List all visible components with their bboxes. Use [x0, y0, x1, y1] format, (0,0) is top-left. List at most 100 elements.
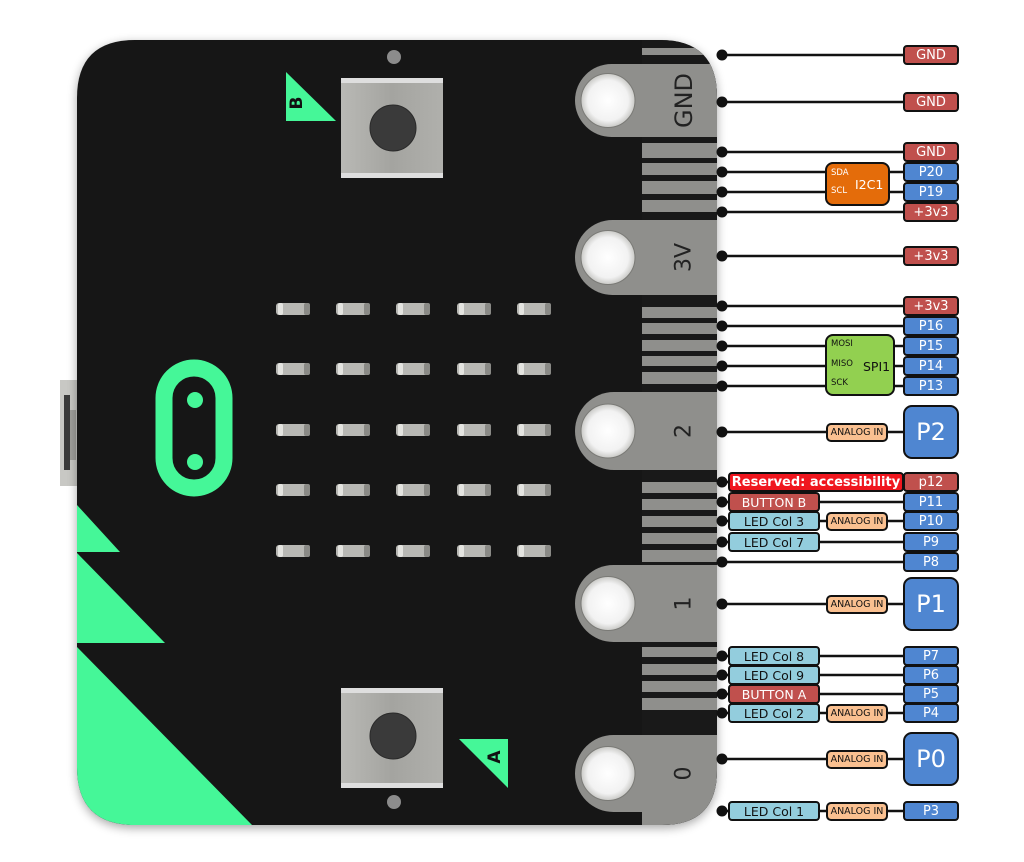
- edge-strip: [642, 647, 717, 657]
- i2c-bus: SDA SCL I2C1: [825, 162, 890, 206]
- pin-3v3-3-text: +3v3: [913, 298, 949, 314]
- pin-p16-text: P16: [918, 318, 944, 334]
- led: [396, 424, 430, 436]
- pin-3v3-2: +3v3: [903, 246, 959, 266]
- edge-pad: 1: [575, 565, 717, 642]
- analog-in-p1-text: ANALOG IN: [830, 598, 884, 610]
- bus-signal-sda: SDA: [831, 168, 849, 178]
- pin-p19: P19: [903, 182, 959, 202]
- pin-p2: P2: [903, 405, 959, 459]
- connector-dot: [716, 96, 728, 108]
- edge-strip: [642, 181, 717, 194]
- edge-strip: [642, 163, 717, 175]
- edge-pad: 3V: [575, 220, 717, 295]
- edge-strip: [642, 550, 717, 562]
- connector-dot: [716, 688, 728, 700]
- connector-dot: [716, 426, 728, 438]
- bus-signal-scl: SCL: [831, 186, 848, 196]
- led: [276, 303, 310, 315]
- connector-dot: [716, 496, 728, 508]
- pin-p13-text: P13: [918, 378, 944, 394]
- connector-dot: [716, 320, 728, 332]
- pin-p7: P7: [903, 646, 959, 666]
- func-led-text: LED Col 9: [743, 667, 805, 683]
- analog-in-p4: ANALOG IN: [826, 703, 888, 723]
- analog-in-p0: ANALOG IN: [826, 749, 888, 769]
- pad-label: 0: [672, 767, 697, 781]
- pin-p15: P15: [903, 336, 959, 356]
- pin-p7-text: P7: [922, 648, 940, 664]
- led: [396, 484, 430, 496]
- pin-p8: P8: [903, 552, 959, 572]
- bus-name: I2C1: [855, 177, 884, 192]
- led: [276, 545, 310, 557]
- pad-label: 1: [672, 597, 697, 611]
- func-led: LED Col 9: [728, 665, 820, 685]
- pin-gnd-3: GND: [903, 142, 959, 162]
- analog-in-p0-text: ANALOG IN: [830, 753, 884, 765]
- pin-p2-text: P2: [916, 418, 946, 446]
- func-button: BUTTON A: [728, 684, 820, 704]
- edge-pad: 2: [575, 392, 717, 470]
- edge-strip: [642, 372, 717, 384]
- led: [276, 424, 310, 436]
- analog-in-p4-text: ANALOG IN: [830, 707, 884, 719]
- pad-label: 3V: [672, 243, 697, 272]
- func-led-text: LED Col 7: [743, 534, 805, 550]
- led: [336, 424, 370, 436]
- pin-p5: P5: [903, 684, 959, 704]
- connector-dot: [716, 556, 728, 568]
- pin-p5-text: P5: [922, 686, 940, 702]
- connector-dot: [716, 536, 728, 548]
- bus-signal-miso: MISO: [831, 359, 853, 369]
- pin-p0: P0: [903, 732, 959, 786]
- connector-dot: [716, 49, 728, 61]
- func-led-text: LED Col 8: [743, 648, 805, 664]
- connector-dot: [716, 753, 728, 765]
- connector-dot: [716, 707, 728, 719]
- pin-p14: P14: [903, 356, 959, 376]
- func-led: LED Col 7: [728, 532, 820, 552]
- led: [457, 545, 491, 557]
- pin-p1: P1: [903, 577, 959, 631]
- connector-dot: [716, 476, 728, 488]
- led: [396, 303, 430, 315]
- pin-p11-text: P11: [918, 494, 944, 510]
- connector-dot: [716, 805, 728, 817]
- led: [336, 303, 370, 315]
- pin-p4-text: P4: [922, 705, 940, 721]
- edge-strip: [642, 533, 717, 544]
- func-button-text: BUTTON A: [741, 686, 807, 702]
- pin-p3: P3: [903, 801, 959, 821]
- pin-p4: P4: [903, 703, 959, 723]
- func-button-text: BUTTON B: [741, 494, 807, 510]
- led: [276, 484, 310, 496]
- analog-in-p3-text: ANALOG IN: [830, 805, 884, 817]
- connector-dot: [716, 166, 728, 178]
- func-button: BUTTON B: [728, 492, 820, 512]
- button-a-marking: A: [485, 750, 505, 764]
- led: [457, 484, 491, 496]
- pin-p8-text: P8: [922, 554, 940, 570]
- func-reserved: Reserved: accessibility: [728, 472, 904, 492]
- connector-dot: [716, 250, 728, 262]
- pin-p20: P20: [903, 162, 959, 182]
- edge-strip: [642, 810, 717, 825]
- led: [457, 303, 491, 315]
- pin-p15-text: P15: [918, 338, 944, 354]
- connector-dot: [716, 598, 728, 610]
- pad-label: GND: [670, 73, 698, 128]
- pin-3v3-3: +3v3: [903, 296, 959, 316]
- analog-in-p2: ANALOG IN: [826, 422, 888, 442]
- led: [517, 303, 551, 315]
- pin-gnd-2-text: GND: [916, 94, 946, 110]
- func-led-text: LED Col 3: [743, 513, 805, 529]
- pin-p19-text: P19: [918, 184, 944, 200]
- bus-name: SPI1: [863, 359, 891, 374]
- led: [517, 424, 551, 436]
- pin-3v3-1-text: +3v3: [913, 204, 949, 220]
- pin-p6: P6: [903, 665, 959, 685]
- edge-strip: [642, 681, 717, 692]
- edge-strip: [642, 356, 717, 366]
- edge-strip: [642, 143, 717, 158]
